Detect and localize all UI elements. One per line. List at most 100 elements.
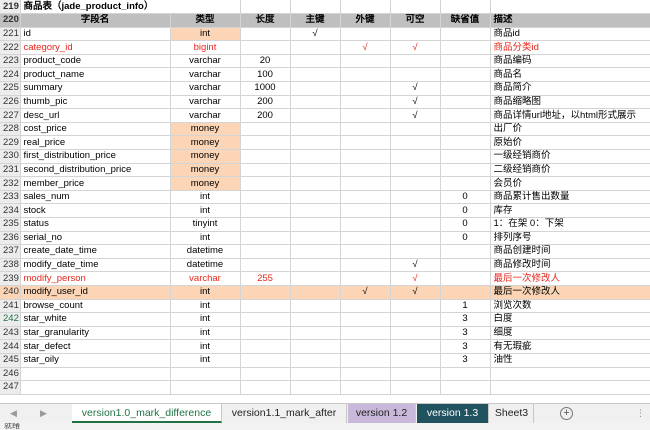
row-number[interactable]: 223: [0, 54, 21, 69]
primary-key-cell[interactable]: [290, 367, 341, 382]
tab-version1-1-mark-after[interactable]: version1.1_mark_after: [222, 404, 347, 423]
tab-version-1-3[interactable]: version 1.3: [417, 404, 489, 423]
length-cell[interactable]: 20: [240, 54, 291, 69]
foreign-key-cell[interactable]: [340, 122, 391, 137]
type-cell[interactable]: int: [170, 203, 241, 218]
table-row[interactable]: 240 modify_user_id int √ √ 最后一次修改人: [0, 285, 650, 300]
table-row[interactable]: 225 summary varchar 1000 √ 商品简介: [0, 81, 650, 96]
type-cell[interactable]: int: [170, 190, 241, 205]
field-name-cell[interactable]: real_price: [20, 135, 171, 151]
nullable-cell[interactable]: √: [390, 81, 441, 96]
table-row[interactable]: 239 modify_person varchar 255 √ 最后一次修改人: [0, 271, 650, 286]
field-name-cell[interactable]: first_distribution_price: [20, 149, 171, 164]
default-cell[interactable]: [440, 285, 491, 300]
length-cell[interactable]: [240, 299, 291, 314]
primary-key-cell[interactable]: [290, 149, 341, 164]
length-cell[interactable]: 255: [240, 271, 291, 286]
table-row[interactable]: 229 real_price money 原始价: [0, 135, 650, 151]
description-cell[interactable]: 商品分类id: [490, 40, 650, 55]
field-name-cell[interactable]: desc_url: [20, 108, 171, 123]
nullable-cell[interactable]: [390, 217, 441, 232]
foreign-key-cell[interactable]: [340, 299, 391, 314]
nullable-cell[interactable]: √: [390, 95, 441, 110]
field-name-cell[interactable]: [20, 367, 171, 382]
type-cell[interactable]: money: [170, 135, 241, 151]
length-cell[interactable]: [240, 312, 291, 327]
type-cell[interactable]: bigint: [170, 40, 241, 55]
primary-key-cell[interactable]: [290, 312, 341, 327]
nullable-cell[interactable]: √: [390, 40, 441, 55]
length-cell[interactable]: [240, 244, 291, 259]
type-cell[interactable]: int: [170, 299, 241, 314]
default-cell[interactable]: [440, 81, 491, 96]
row-number[interactable]: 234: [0, 203, 21, 218]
default-cell[interactable]: [440, 27, 491, 42]
description-cell[interactable]: 原始价: [490, 135, 650, 151]
default-cell[interactable]: [440, 135, 491, 151]
foreign-key-cell[interactable]: [340, 176, 391, 191]
primary-key-cell[interactable]: [290, 217, 341, 232]
nullable-cell[interactable]: [390, 27, 441, 42]
length-cell[interactable]: [240, 339, 291, 354]
nullable-cell[interactable]: [390, 176, 441, 191]
spreadsheet-grid[interactable]: 219 商品表（jade_product_info） 220 字段名 类型 长度…: [0, 0, 650, 403]
table-row[interactable]: 246: [0, 367, 650, 382]
column-header-row[interactable]: 220 字段名 类型 长度 主键 外键 可空 缺省值 描述: [0, 13, 650, 28]
field-name-cell[interactable]: product_name: [20, 67, 171, 83]
nullable-cell[interactable]: [390, 244, 441, 259]
type-cell[interactable]: varchar: [170, 54, 241, 69]
nullable-cell[interactable]: [390, 67, 441, 83]
description-cell[interactable]: 出厂价: [490, 122, 650, 137]
field-name-cell[interactable]: product_code: [20, 54, 171, 69]
foreign-key-cell[interactable]: [340, 244, 391, 259]
row-number[interactable]: 236: [0, 231, 21, 246]
foreign-key-cell[interactable]: [340, 95, 391, 110]
length-cell[interactable]: 1000: [240, 81, 291, 96]
length-cell[interactable]: 100: [240, 67, 291, 83]
foreign-key-cell[interactable]: [340, 353, 391, 368]
header-length[interactable]: 长度: [240, 13, 291, 28]
field-name-cell[interactable]: modify_date_time: [20, 258, 171, 273]
length-cell[interactable]: [240, 285, 291, 300]
description-cell[interactable]: 二级经销商价: [490, 163, 650, 178]
table-row[interactable]: 223 product_code varchar 20 商品编码: [0, 54, 650, 69]
row-number[interactable]: 238: [0, 258, 21, 273]
field-name-cell[interactable]: modify_person: [20, 271, 171, 286]
nullable-cell[interactable]: [390, 149, 441, 164]
nullable-cell[interactable]: [390, 367, 441, 382]
type-cell[interactable]: int: [170, 231, 241, 246]
primary-key-cell[interactable]: [290, 271, 341, 286]
primary-key-cell[interactable]: [290, 339, 341, 354]
table-row[interactable]: 234 stock int 0 库存: [0, 203, 650, 218]
length-cell[interactable]: [240, 203, 291, 218]
type-cell[interactable]: int: [170, 27, 241, 42]
nullable-cell[interactable]: √: [390, 285, 441, 300]
description-cell[interactable]: 油性: [490, 353, 650, 368]
type-cell[interactable]: money: [170, 176, 241, 191]
length-cell[interactable]: [240, 367, 291, 382]
foreign-key-cell[interactable]: √: [340, 40, 391, 55]
row-number[interactable]: 243: [0, 326, 21, 341]
description-cell[interactable]: 商品修改时间: [490, 258, 650, 273]
nullable-cell[interactable]: [390, 231, 441, 246]
foreign-key-cell[interactable]: [340, 108, 391, 123]
primary-key-cell[interactable]: [290, 326, 341, 341]
default-cell[interactable]: [440, 367, 491, 382]
row-number[interactable]: 235: [0, 217, 21, 232]
field-name-cell[interactable]: second_distribution_price: [20, 163, 171, 178]
cell[interactable]: [290, 0, 341, 15]
field-name-cell[interactable]: browse_count: [20, 299, 171, 314]
row-number[interactable]: 220: [0, 13, 21, 28]
type-cell[interactable]: int: [170, 353, 241, 368]
table-row[interactable]: 226 thumb_pic varchar 200 √ 商品缩略图: [0, 95, 650, 110]
foreign-key-cell[interactable]: [340, 217, 391, 232]
type-cell[interactable]: [170, 380, 241, 395]
type-cell[interactable]: int: [170, 339, 241, 354]
description-cell[interactable]: [490, 367, 650, 382]
primary-key-cell[interactable]: [290, 190, 341, 205]
length-cell[interactable]: [240, 217, 291, 232]
primary-key-cell[interactable]: [290, 135, 341, 151]
field-name-cell[interactable]: sales_num: [20, 190, 171, 205]
header-description[interactable]: 描述: [490, 13, 650, 28]
row-number[interactable]: 224: [0, 67, 21, 83]
